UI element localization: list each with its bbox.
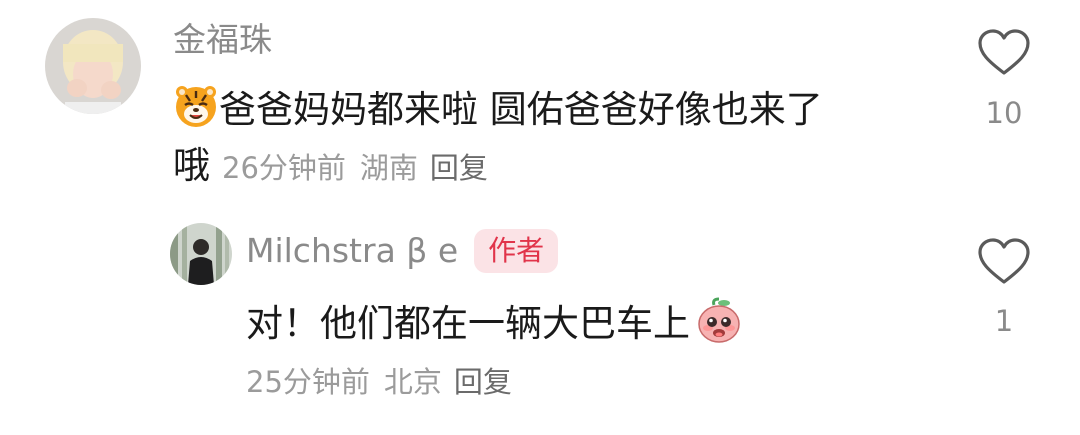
comment-text-continued: 哦 26分钟前 湖南 回复 <box>173 143 488 189</box>
comment-meta: 25分钟前 北京 回复 <box>246 364 512 400</box>
like-button[interactable] <box>974 237 1034 291</box>
like-button[interactable] <box>974 28 1034 82</box>
like-count: 1 <box>994 304 1014 338</box>
comment-username[interactable]: Milchstra β e <box>246 231 458 271</box>
comment-location: 北京 <box>383 365 442 399</box>
comment-time: 26分钟前 <box>222 151 346 185</box>
comment-text: 对！他们都在一辆大巴车上 <box>246 295 744 356</box>
author-badge: 作者 <box>474 229 559 273</box>
avatar[interactable] <box>170 223 232 285</box>
reply-header: Milchstra β e 作者 <box>246 229 559 273</box>
pink-peach-starry-eyes-emoji-icon <box>694 295 744 356</box>
comment-text: 爸爸妈妈都来啦 圆佑爸爸好像也来了 <box>173 83 823 140</box>
comment-text-line: 哦 <box>173 144 210 187</box>
tiger-face-emoji-icon <box>173 83 219 140</box>
comment-location: 湖南 <box>359 151 418 185</box>
reply-button[interactable]: 回复 <box>454 365 512 399</box>
like-count: 10 <box>985 96 1023 130</box>
comment-meta: 26分钟前 湖南 回复 <box>222 151 488 185</box>
heart-outline-icon[interactable] <box>976 237 1032 287</box>
heart-outline-icon[interactable] <box>976 28 1032 78</box>
avatar[interactable] <box>45 18 141 114</box>
reply-button[interactable]: 回复 <box>430 151 488 185</box>
comment-time: 25分钟前 <box>246 365 370 399</box>
comment-text-line: 对！他们都在一辆大巴车上 <box>246 302 690 345</box>
comment-username[interactable]: 金福珠 <box>173 20 272 60</box>
comment-text-line: 爸爸妈妈都来啦 圆佑爸爸好像也来了 <box>219 88 823 131</box>
